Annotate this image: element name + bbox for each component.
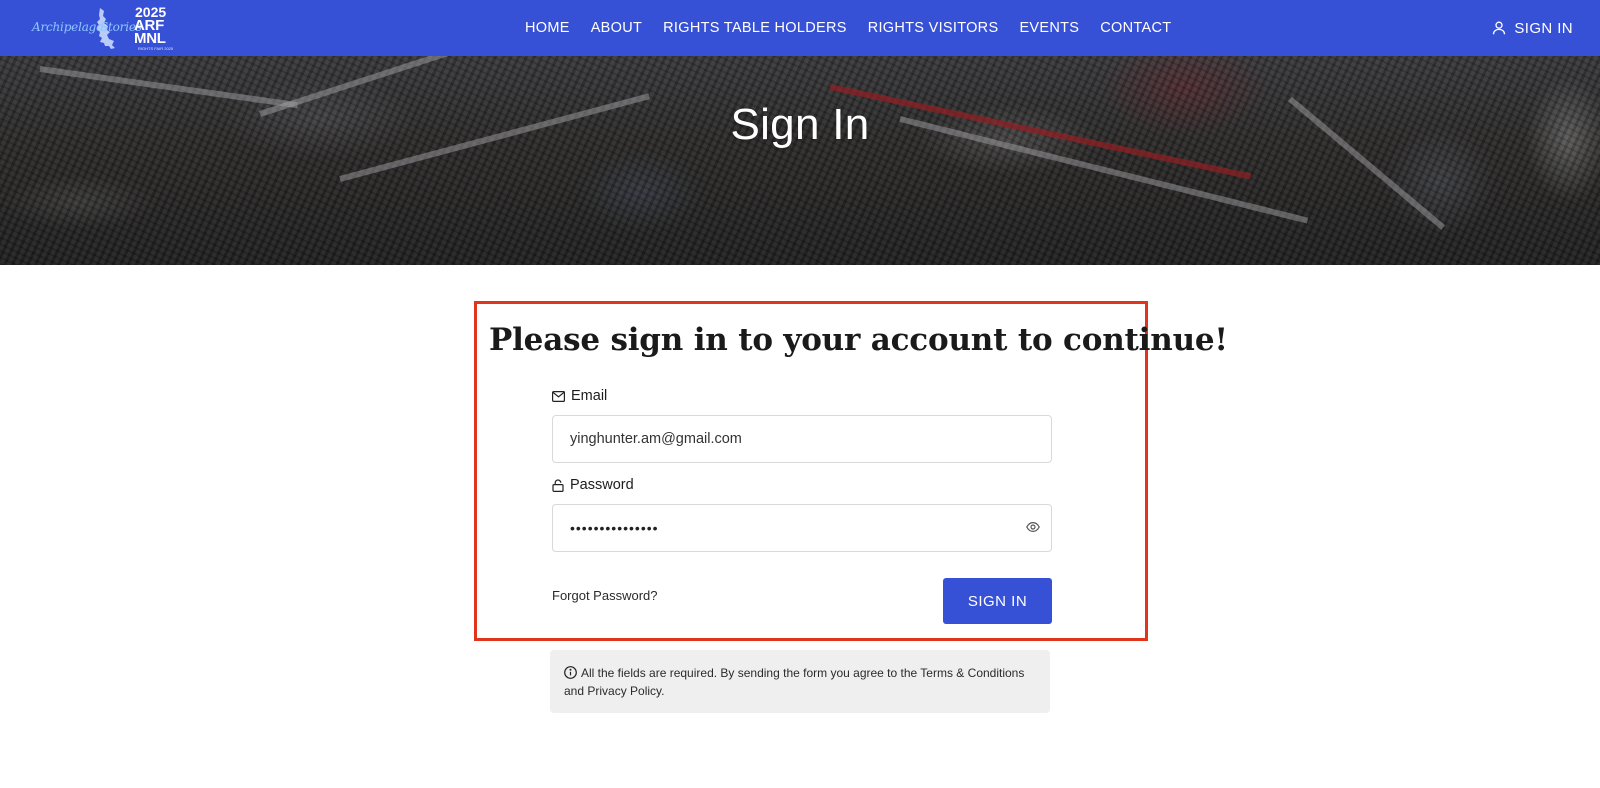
nav-rights-table-holders[interactable]: RIGHTS TABLE HOLDERS (663, 20, 847, 36)
logo-abbr-line-2: MNL (134, 30, 166, 47)
eye-icon[interactable] (1026, 521, 1040, 533)
nav-home[interactable]: HOME (525, 20, 570, 36)
forgot-password-link[interactable]: Forgot Password? (552, 588, 658, 603)
hero-banner: Sign In (0, 56, 1600, 265)
logo-tagline: RIGHTS FAIR 2025 (138, 46, 174, 51)
lock-icon (552, 478, 564, 492)
nav-events[interactable]: EVENTS (1019, 20, 1079, 36)
password-label-text: Password (570, 477, 634, 493)
password-masked-value: ••••••••••••••• (570, 520, 659, 536)
nav-about[interactable]: ABOUT (591, 20, 642, 36)
top-navbar: Archipelago Stories 2025 ARF MNL RIGHTS F… (0, 0, 1600, 56)
email-label-text: Email (571, 388, 608, 404)
signin-form: Please sign in to your account to contin… (474, 301, 1228, 641)
logo-abbreviation: ARF MNL (134, 18, 166, 47)
logo-script-word-1: Archipelago (32, 20, 104, 34)
info-icon (564, 666, 577, 679)
signin-button[interactable]: SIGN IN (943, 578, 1052, 624)
nav-rights-visitors[interactable]: RIGHTS VISITORS (868, 20, 999, 36)
form-heading: Please sign in to your account to contin… (489, 322, 1228, 358)
site-logo[interactable]: Archipelago Stories 2025 ARF MNL RIGHTS F… (30, 4, 180, 52)
nav-contact[interactable]: CONTACT (1100, 20, 1171, 36)
password-field[interactable]: ••••••••••••••• (552, 504, 1052, 552)
main-nav: HOME ABOUT RIGHTS TABLE HOLDERS RIGHTS V… (525, 0, 1192, 56)
password-label: Password (552, 477, 634, 493)
page-title: Sign In (730, 100, 870, 149)
nav-signin-link[interactable]: SIGN IN (1492, 0, 1573, 56)
mail-icon (552, 390, 565, 402)
user-icon (1492, 21, 1506, 35)
hero-overlay (0, 56, 1600, 265)
required-fields-notice: All the fields are required. By sending … (550, 650, 1050, 713)
email-field[interactable] (552, 415, 1052, 463)
nav-signin-label: SIGN IN (1514, 19, 1573, 37)
email-label: Email (552, 388, 607, 404)
notice-text: All the fields are required. By sending … (564, 666, 1025, 698)
logo-script-text: Archipelago Stories (32, 20, 142, 34)
